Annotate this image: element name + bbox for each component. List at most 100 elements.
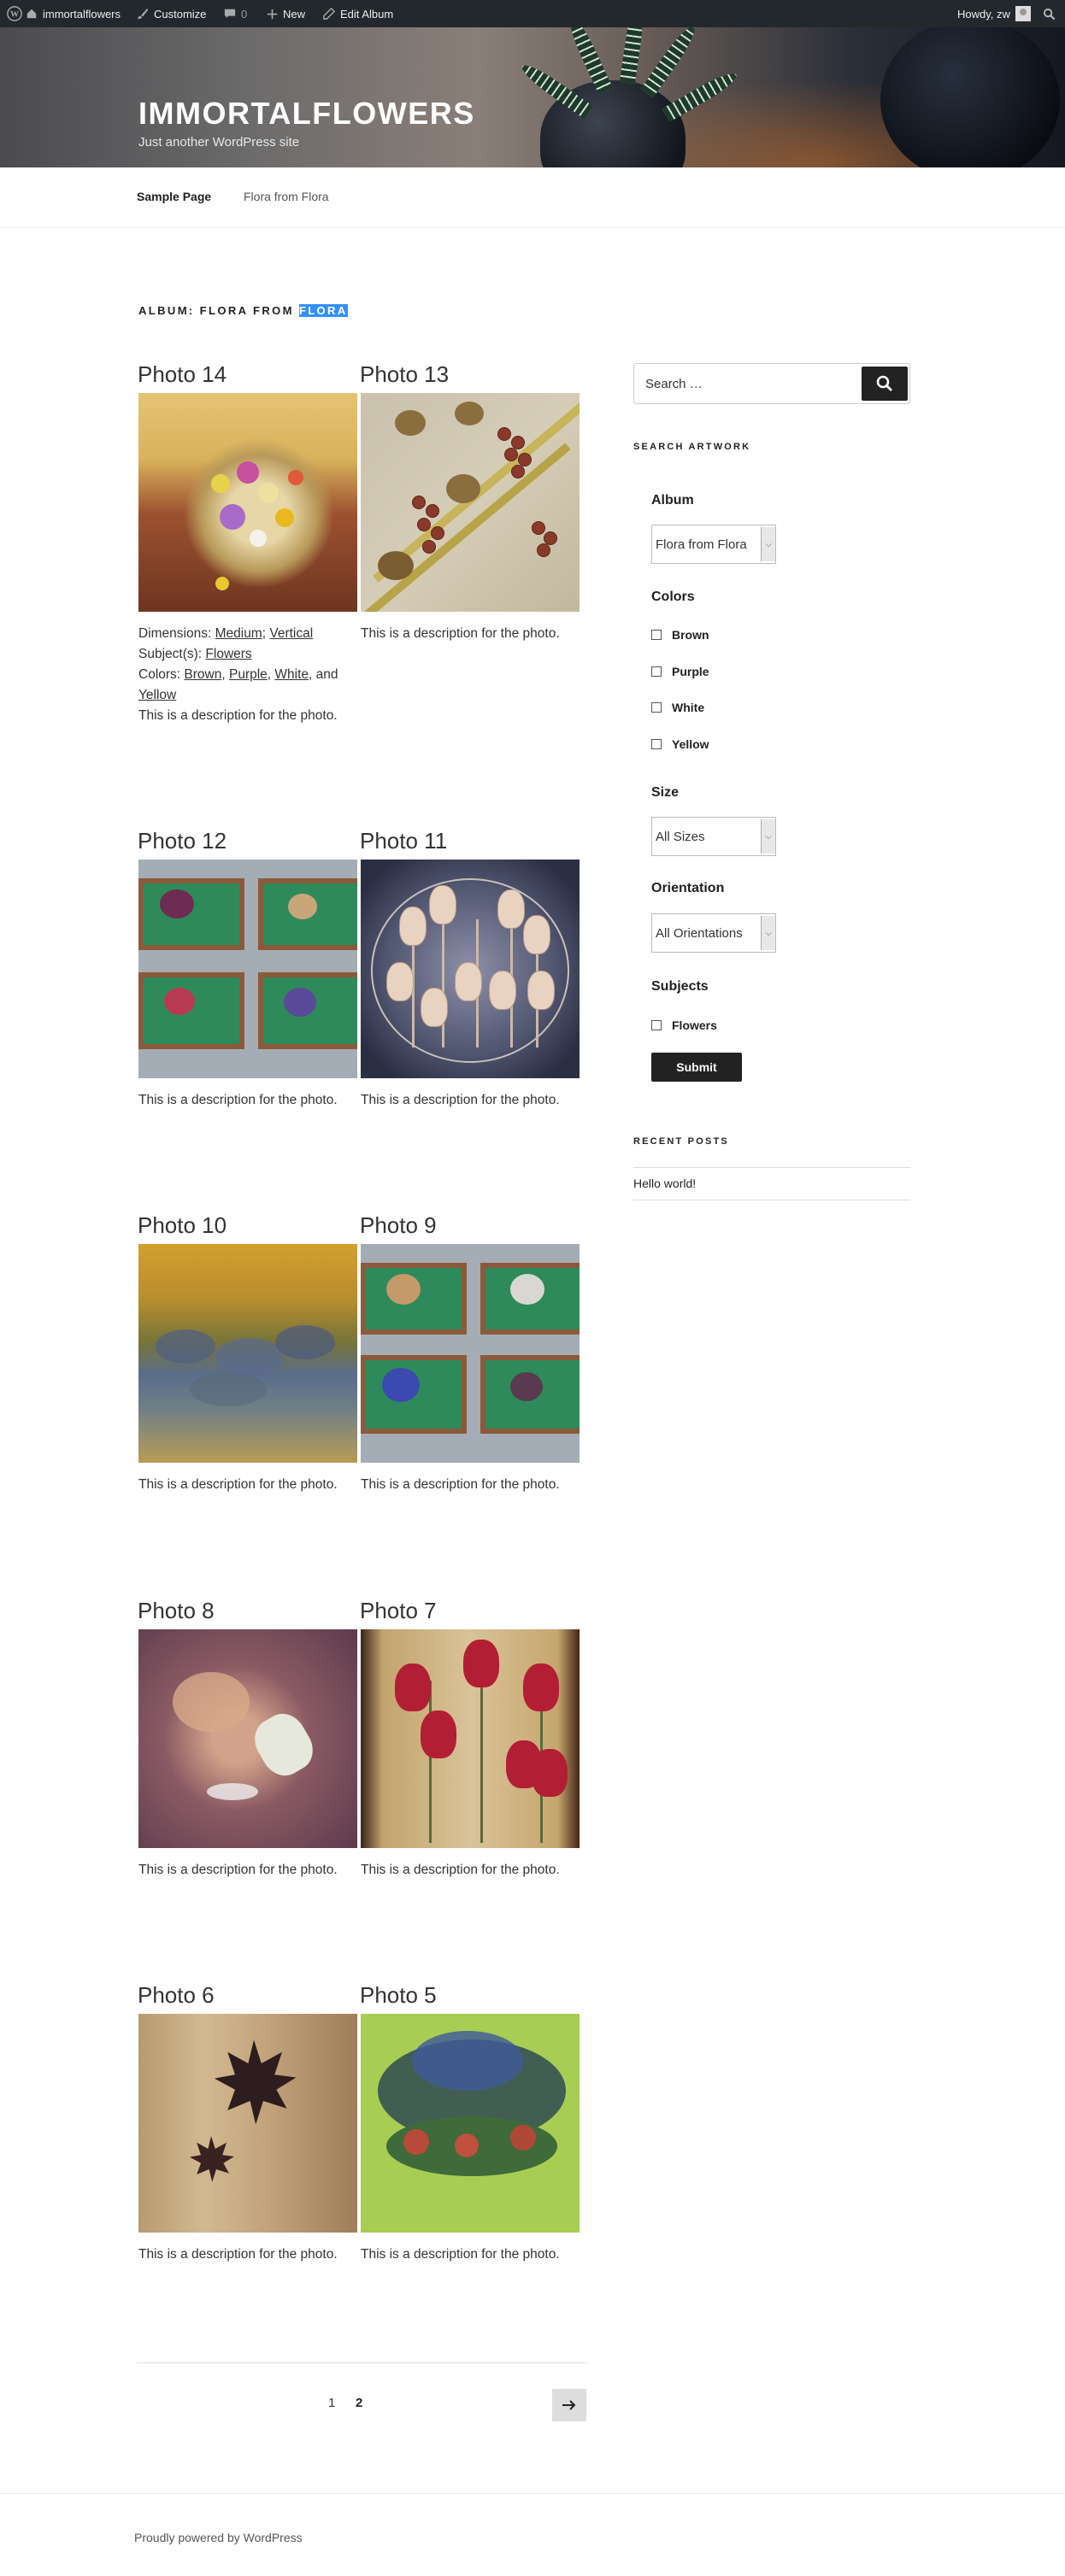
filter-submit-button[interactable]: Submit (651, 1053, 742, 1082)
home-icon (26, 9, 37, 19)
photo-meta: Dimensions: Medium; Vertical Subject(s):… (138, 624, 361, 726)
admin-bar-edit-album[interactable]: Edit Album (323, 0, 393, 27)
photo-image[interactable] (361, 860, 580, 1078)
admin-bar-customize[interactable]: Customize (137, 0, 206, 27)
wordpress-logo-icon[interactable]: W (7, 0, 22, 27)
nav-item-flora-from-flora[interactable]: Flora from Flora (244, 190, 329, 203)
colors-label: Colors: (138, 667, 181, 682)
photo-meta: This is a description for the photo. (361, 2244, 583, 2265)
album-title-highlight: FLORA (298, 304, 348, 317)
photo-title[interactable]: Photo 13 (360, 357, 579, 391)
search-button[interactable] (862, 367, 908, 401)
photo-description: This is a description for the photo. (138, 708, 338, 723)
checkbox-label: Flowers (672, 1018, 717, 1032)
search-input[interactable] (635, 365, 857, 402)
checkbox[interactable] (651, 630, 662, 640)
photo-colors: Colors: Brown, Purple, White, and Yellow (138, 667, 338, 702)
orientation-select-value: All Orientations (656, 925, 743, 941)
footer-credit-link[interactable]: Proudly powered by WordPress (134, 2531, 303, 2544)
subject-link[interactable]: Flowers (205, 647, 251, 661)
chevron-down-icon: ⌵ (761, 916, 775, 950)
photo-image[interactable] (361, 393, 580, 612)
photo-image[interactable] (138, 1244, 357, 1463)
color-checkbox-white[interactable]: White (651, 701, 704, 714)
photo-title[interactable]: Photo 6 (138, 1978, 356, 2012)
photo-card: Photo 12 This is a description for the p… (138, 824, 357, 1107)
color-link[interactable]: Brown (184, 667, 221, 682)
photo-title[interactable]: Photo 14 (138, 357, 356, 391)
pagination-next-button[interactable] (552, 2389, 586, 2421)
photo-title[interactable]: Photo 8 (138, 1593, 356, 1628)
arrow-right-icon (562, 2400, 576, 2410)
photo-meta: This is a description for the photo. (138, 1475, 361, 1495)
admin-bar-account[interactable]: Howdy, zw (957, 0, 1031, 27)
checkbox-label: White (672, 701, 705, 714)
photo-title[interactable]: Photo 7 (360, 1593, 579, 1628)
photo-description: This is a description for the photo. (361, 1477, 560, 1492)
checkbox-label: Purple (672, 665, 709, 678)
admin-bar-howdy: Howdy, zw (957, 7, 1010, 21)
album-filter-label: Album (651, 493, 694, 508)
color-link[interactable]: Yellow (138, 688, 176, 702)
photo-meta: This is a description for the photo. (138, 1090, 361, 1111)
photo-image[interactable] (138, 2014, 357, 2233)
site-title[interactable]: IMMORTALFLOWERS (138, 96, 475, 132)
photo-title[interactable]: Photo 5 (360, 1978, 579, 2012)
color-link[interactable]: White (274, 667, 309, 682)
album-select-value: Flora from Flora (656, 537, 747, 552)
photo-title[interactable]: Photo 12 (138, 824, 356, 858)
nav-item-sample-page[interactable]: Sample Page (137, 190, 211, 203)
photo-meta: This is a description for the photo. (361, 1860, 583, 1881)
admin-bar-new[interactable]: New (267, 0, 305, 27)
photo-meta: This is a description for the photo. (361, 1475, 583, 1495)
photo-image[interactable] (138, 1629, 357, 1848)
photo-title[interactable]: Photo 10 (138, 1208, 356, 1242)
admin-bar-comments[interactable]: 0 (224, 0, 247, 27)
admin-bar-site-name: immortalflowers (43, 7, 121, 21)
photo-image[interactable] (361, 2014, 580, 2233)
pagination-current-page: 2 (356, 2396, 363, 2410)
admin-bar-site-link[interactable]: immortalflowers (26, 0, 121, 27)
pagination-page-1[interactable]: 1 (328, 2396, 335, 2410)
checkbox[interactable] (651, 1020, 662, 1030)
subject-checkbox-flowers[interactable]: Flowers (651, 1018, 717, 1032)
photo-image[interactable] (138, 860, 357, 1078)
photo-card: Photo 6 This is a description for the ph… (138, 1978, 357, 2262)
photo-image[interactable] (138, 393, 357, 612)
dimensions-label: Dimensions: (138, 626, 212, 641)
search-icon (876, 375, 893, 392)
recent-post-link[interactable]: Hello world! (633, 1177, 696, 1190)
color-checkbox-yellow[interactable]: Yellow (651, 737, 709, 751)
header-image-leaf (620, 27, 647, 85)
checkbox[interactable] (651, 702, 662, 713)
admin-bar-customize-label: Customize (154, 7, 207, 21)
colors-filter-label: Colors (651, 590, 695, 604)
size-select[interactable]: All Sizes ⌵ (651, 817, 776, 856)
photo-card: Photo 13 This is a description for the p… (360, 357, 580, 641)
photo-subjects: Subject(s): Flowers (138, 644, 361, 665)
photo-title[interactable]: Photo 9 (360, 1208, 579, 1242)
subjects-label: Subject(s): (138, 647, 203, 661)
checkbox[interactable] (651, 666, 662, 677)
checkbox-label: Yellow (672, 737, 709, 751)
dimension-link[interactable]: Vertical (269, 626, 313, 641)
photo-image[interactable] (361, 1629, 580, 1848)
color-checkbox-brown[interactable]: Brown (651, 628, 709, 642)
admin-bar-search-icon[interactable] (1043, 0, 1056, 27)
album-select[interactable]: Flora from Flora ⌵ (651, 525, 776, 564)
photo-image[interactable] (361, 1244, 580, 1463)
photo-description: This is a description for the photo. (361, 626, 560, 641)
color-checkbox-purple[interactable]: Purple (651, 665, 709, 678)
pagination-divider (137, 2362, 587, 2363)
photo-description: This is a description for the photo. (361, 2247, 560, 2262)
photo-title[interactable]: Photo 11 (360, 824, 579, 858)
avatar (1015, 6, 1031, 21)
admin-bar-new-label: New (283, 7, 306, 21)
site-header: IMMORTALFLOWERS Just another WordPress s… (0, 27, 1065, 167)
color-link[interactable]: Purple (229, 667, 268, 682)
checkbox-label: Brown (672, 628, 709, 642)
photo-dimensions: Dimensions: Medium; Vertical (138, 626, 314, 641)
dimension-link[interactable]: Medium (215, 626, 262, 641)
checkbox[interactable] (651, 739, 662, 749)
orientation-select[interactable]: All Orientations ⌵ (651, 913, 776, 953)
